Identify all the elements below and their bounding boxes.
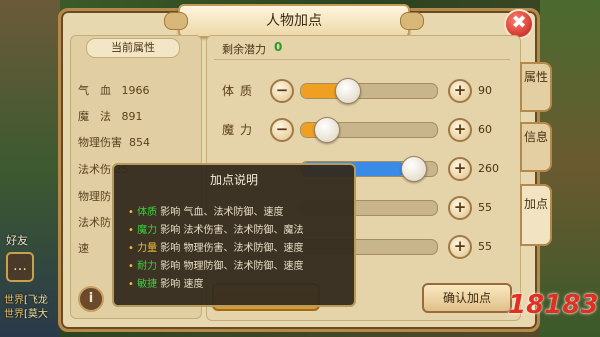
attribute-row: 法术防 [78,216,111,229]
chat-icon[interactable]: … [6,252,34,282]
stat-value: 90 [478,84,492,97]
game-scene-left [0,0,60,337]
tooltip-title: 加点说明 [209,173,258,187]
window-title: 人物加点 [164,4,424,38]
tooltip-line: • 力量 影响 物理伤害、法术防御、速度 [128,243,304,254]
confirm-points-button[interactable]: 确认加点 [422,283,512,313]
increase-button[interactable]: + [448,157,472,181]
stat-label-magic: 魔力 [222,123,259,137]
tooltip-line: • 耐力 影响 物理防御、法术防御、速度 [128,261,304,272]
current-attributes-title: 当前属性 [86,38,180,58]
stat-slider[interactable] [300,83,438,99]
tab-attributes[interactable]: 属性 [520,62,552,112]
remaining-potential-value: 0 [274,40,283,54]
stat-value: 55 [478,240,492,253]
increase-button[interactable]: + [448,118,472,142]
tooltip-line: • 敏捷 影响 速度 [128,279,204,290]
tooltip-line: • 魔力 影响 法术伤害、法术防御、魔法 [128,225,304,236]
tooltip-line: • 体质 影响 气血、法术防御、速度 [128,207,284,218]
tab-info[interactable]: 信息 [520,122,552,172]
decrease-button[interactable]: − [270,79,294,103]
attribute-row: 物理伤害 854 [78,136,150,149]
points-explanation-tooltip: 加点说明 • 体质 影响 气血、法术防御、速度 • 魔力 影响 法术伤害、法术防… [112,163,356,307]
tab-points[interactable]: 加点 [520,184,552,246]
slider-knob[interactable] [313,117,340,143]
info-icon[interactable]: i [78,286,104,312]
decrease-button[interactable]: − [270,118,294,142]
banner-ornament-icon [400,12,424,30]
attribute-row: 气 血 1966 [78,84,150,97]
attribute-row: 魔 法 891 [78,110,143,123]
increase-button[interactable]: + [448,196,472,220]
friends-label[interactable]: 好友 [6,232,28,248]
stat-value: 60 [478,123,492,136]
world-chat-line: 世界[飞龙 [4,295,48,306]
stat-value: 55 [478,201,492,214]
site-watermark: 18183 [508,290,599,320]
banner-ornament-icon [164,12,188,30]
stat-value: 260 [478,162,499,175]
increase-button[interactable]: + [448,235,472,259]
remaining-potential-label: 剩余潜力 [222,43,266,56]
increase-button[interactable]: + [448,79,472,103]
world-chat-line: 世界[莫大 [4,309,48,320]
stat-label-constitution: 体质 [222,84,259,98]
attribute-row: 物理防 [78,190,111,203]
divider [214,59,510,60]
slider-knob[interactable] [400,156,427,182]
attribute-row: 速 [78,242,89,255]
